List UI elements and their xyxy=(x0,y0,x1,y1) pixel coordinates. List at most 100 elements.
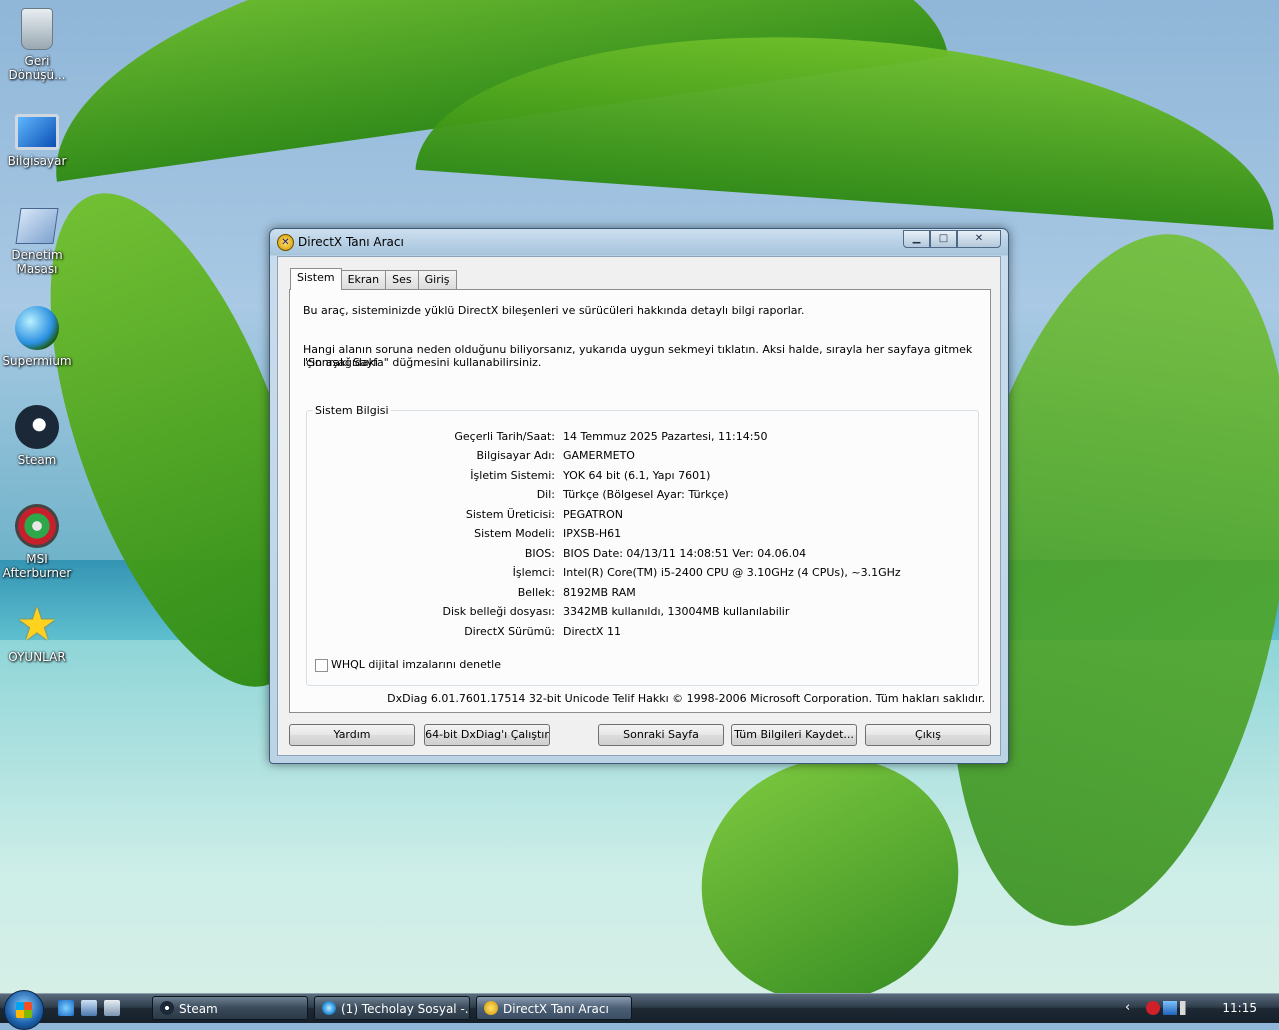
info-row: BIOS: BIOS Date: 04/13/11 14:08:51 Ver: 0… xyxy=(307,547,978,561)
info-row: Sistem Üreticisi: PEGATRON xyxy=(307,508,978,522)
info-label: DirectX Sürümü: xyxy=(464,625,555,638)
version-footer: DxDiag 6.01.7601.17514 32-bit Unicode Te… xyxy=(387,692,985,705)
info-value: 8192MB RAM xyxy=(563,586,636,599)
whql-checkbox-label: WHQL dijital imzalarını denetle xyxy=(331,658,502,671)
close-button[interactable]: ✕ xyxy=(957,230,1001,248)
info-row: Dil: Türkçe (Bölgesel Ayar: Türkçe) xyxy=(307,488,978,502)
tray-expand-chevron-icon[interactable]: ‹ xyxy=(1125,1001,1139,1015)
info-row: İşlemci: Intel(R) Core(TM) i5-2400 CPU @ … xyxy=(307,566,978,580)
desktop-icon-control-panel[interactable]: Denetim Masası xyxy=(0,208,74,276)
info-label: İşlemci: xyxy=(512,566,555,579)
info-label: Geçerli Tarih/Saat: xyxy=(454,430,555,443)
desktop-icon-label: Bilgisayar xyxy=(7,154,67,168)
switch-windows-icon[interactable] xyxy=(104,1000,120,1016)
computer-icon xyxy=(15,114,59,150)
desktop-icon-recycle-bin[interactable]: Geri Dönüşü... xyxy=(0,8,74,82)
desktop-icon-computer[interactable]: Bilgisayar xyxy=(0,108,74,168)
info-value: Intel(R) Core(TM) i5-2400 CPU @ 3.10GHz … xyxy=(563,566,901,579)
taskbar-item-label: (1) Techolay Sosyal -... xyxy=(341,1002,470,1016)
info-row: Disk belleği dosyası: 3342MB kullanıldı, … xyxy=(307,605,978,619)
info-value: DirectX 11 xyxy=(563,625,621,638)
exit-button[interactable]: Çıkış xyxy=(865,724,991,746)
taskbar-item-label: Steam xyxy=(179,1002,218,1016)
taskbar-item-label: DirectX Tanı Aracı xyxy=(503,1002,609,1016)
tab-ses[interactable]: Ses xyxy=(385,270,419,289)
directx-icon xyxy=(484,1001,498,1015)
info-label: İşletim Sistemi: xyxy=(470,469,555,482)
window-client: Sistem Ekran Ses Giriş Bu araç, sistemin… xyxy=(277,256,1001,756)
info-value: 14 Temmuz 2025 Pazartesi, 11:14:50 xyxy=(563,430,768,443)
caption-buttons: ▁ □ ✕ xyxy=(903,230,1001,248)
volume-icon[interactable] xyxy=(1180,1001,1194,1015)
taskbar-item-browser[interactable]: (1) Techolay Sosyal -... xyxy=(314,996,470,1020)
info-value: GAMERMETO xyxy=(563,449,635,462)
info-value: Türkçe (Bölgesel Ayar: Türkçe) xyxy=(563,488,729,501)
taskbar-item-directx[interactable]: DirectX Tanı Aracı xyxy=(476,996,632,1020)
info-value: IPXSB-H61 xyxy=(563,527,622,540)
directx-window[interactable]: ✕ DirectX Tanı Aracı ▁ □ ✕ Sistem Ekran … xyxy=(269,228,1009,764)
show-desktop-icon[interactable] xyxy=(81,1000,97,1016)
network-icon[interactable] xyxy=(1163,1001,1177,1015)
tab-ekran[interactable]: Ekran xyxy=(340,270,387,289)
taskbar-item-steam[interactable]: Steam xyxy=(152,996,308,1020)
info-label: Sistem Üreticisi: xyxy=(465,508,555,521)
steam-icon xyxy=(160,1001,174,1015)
minimize-button[interactable]: ▁ xyxy=(903,230,930,248)
desktop-icon-steam[interactable]: Steam xyxy=(0,405,74,467)
info-label: Dil: xyxy=(536,488,555,501)
help-button[interactable]: Yardım xyxy=(289,724,415,746)
info-row: Bellek: 8192MB RAM xyxy=(307,586,978,600)
run-64bit-button[interactable]: 64-bit DxDiag'ı Çalıştır xyxy=(424,724,550,746)
star-icon: ★ xyxy=(16,597,58,651)
supermium-icon xyxy=(322,1001,336,1015)
desktop-icon-supermium[interactable]: Supermium xyxy=(0,306,74,368)
msi-afterburner-icon xyxy=(15,504,59,548)
info-label: BIOS: xyxy=(524,547,555,560)
directx-icon: ✕ xyxy=(277,234,294,251)
tab-giris[interactable]: Giriş xyxy=(417,270,457,289)
internet-explorer-icon[interactable] xyxy=(58,1000,74,1016)
steam-icon xyxy=(15,405,59,449)
maximize-button[interactable]: □ xyxy=(930,230,957,248)
info-value: YOK 64 bit (6.1, Yapı 7601) xyxy=(563,469,711,482)
desktop-icon-label: Geri Dönüşü... xyxy=(8,54,66,82)
system-tray: ‹ 11:15 xyxy=(1119,994,1279,1023)
instructions-line-2: "Sonraki Sayfa" düğmesini kullanabilirsi… xyxy=(303,356,542,369)
start-button[interactable] xyxy=(4,990,44,1030)
info-row: DirectX Sürümü: DirectX 11 xyxy=(307,625,978,639)
desktop-icon-label: Steam xyxy=(17,453,57,467)
tab-strip: Sistem Ekran Ses Giriş xyxy=(290,268,457,290)
desktop-icon-label: Supermium xyxy=(2,354,72,368)
info-label: Disk belleği dosyası: xyxy=(442,605,555,618)
whql-checkbox[interactable]: WHQL dijital imzalarını denetle xyxy=(315,658,501,672)
info-label: Sistem Modeli: xyxy=(474,527,555,540)
windows-logo-icon xyxy=(16,1002,32,1018)
next-page-button[interactable]: Sonraki Sayfa xyxy=(598,724,724,746)
info-value: 3342MB kullanıldı, 13004MB kullanılabili… xyxy=(563,605,790,618)
checkbox-box[interactable] xyxy=(315,658,328,672)
window-title: DirectX Tanı Aracı xyxy=(298,235,404,249)
desktop-icon-msi-afterburner[interactable]: MSI Afterburner xyxy=(0,504,74,580)
desktop-icon-label: MSI Afterburner xyxy=(2,552,72,580)
intro-text: Bu araç, sisteminizde yüklü DirectX bile… xyxy=(303,304,805,317)
info-row: Bilgisayar Adı: GAMERMETO xyxy=(307,449,978,463)
desktop-icon-label: OYUNLAR xyxy=(8,650,66,664)
control-panel-icon xyxy=(15,208,59,244)
system-info-group: Sistem Bilgisi Geçerli Tarih/Saat: 14 Tem… xyxy=(306,404,979,686)
info-row: İşletim Sistemi: YOK 64 bit (6.1, Yapı 76… xyxy=(307,469,978,483)
recycle-bin-icon xyxy=(21,8,53,50)
security-warning-icon[interactable] xyxy=(1146,1001,1160,1015)
info-value: BIOS Date: 04/13/11 14:08:51 Ver: 04.06.… xyxy=(563,547,807,560)
info-row: Geçerli Tarih/Saat: 14 Temmuz 2025 Pazart… xyxy=(307,430,978,444)
window-titlebar[interactable]: ✕ DirectX Tanı Aracı ▁ □ ✕ xyxy=(270,229,1008,255)
desktop-icon-oyunlar[interactable]: ★ OYUNLAR xyxy=(0,597,74,664)
tab-panel-sistem: Bu araç, sisteminizde yüklü DirectX bile… xyxy=(289,289,991,713)
save-all-button[interactable]: Tüm Bilgileri Kaydet... xyxy=(731,724,857,746)
info-label: Bellek: xyxy=(517,586,555,599)
supermium-icon xyxy=(15,306,59,350)
clock[interactable]: 11:15 xyxy=(1222,1001,1257,1015)
info-row: Sistem Modeli: IPXSB-H61 xyxy=(307,527,978,541)
desktop-icon-label: Denetim Masası xyxy=(11,248,63,276)
tab-sistem[interactable]: Sistem xyxy=(290,268,342,290)
taskbar: Steam (1) Techolay Sosyal -... DirectX T… xyxy=(0,990,1279,1030)
